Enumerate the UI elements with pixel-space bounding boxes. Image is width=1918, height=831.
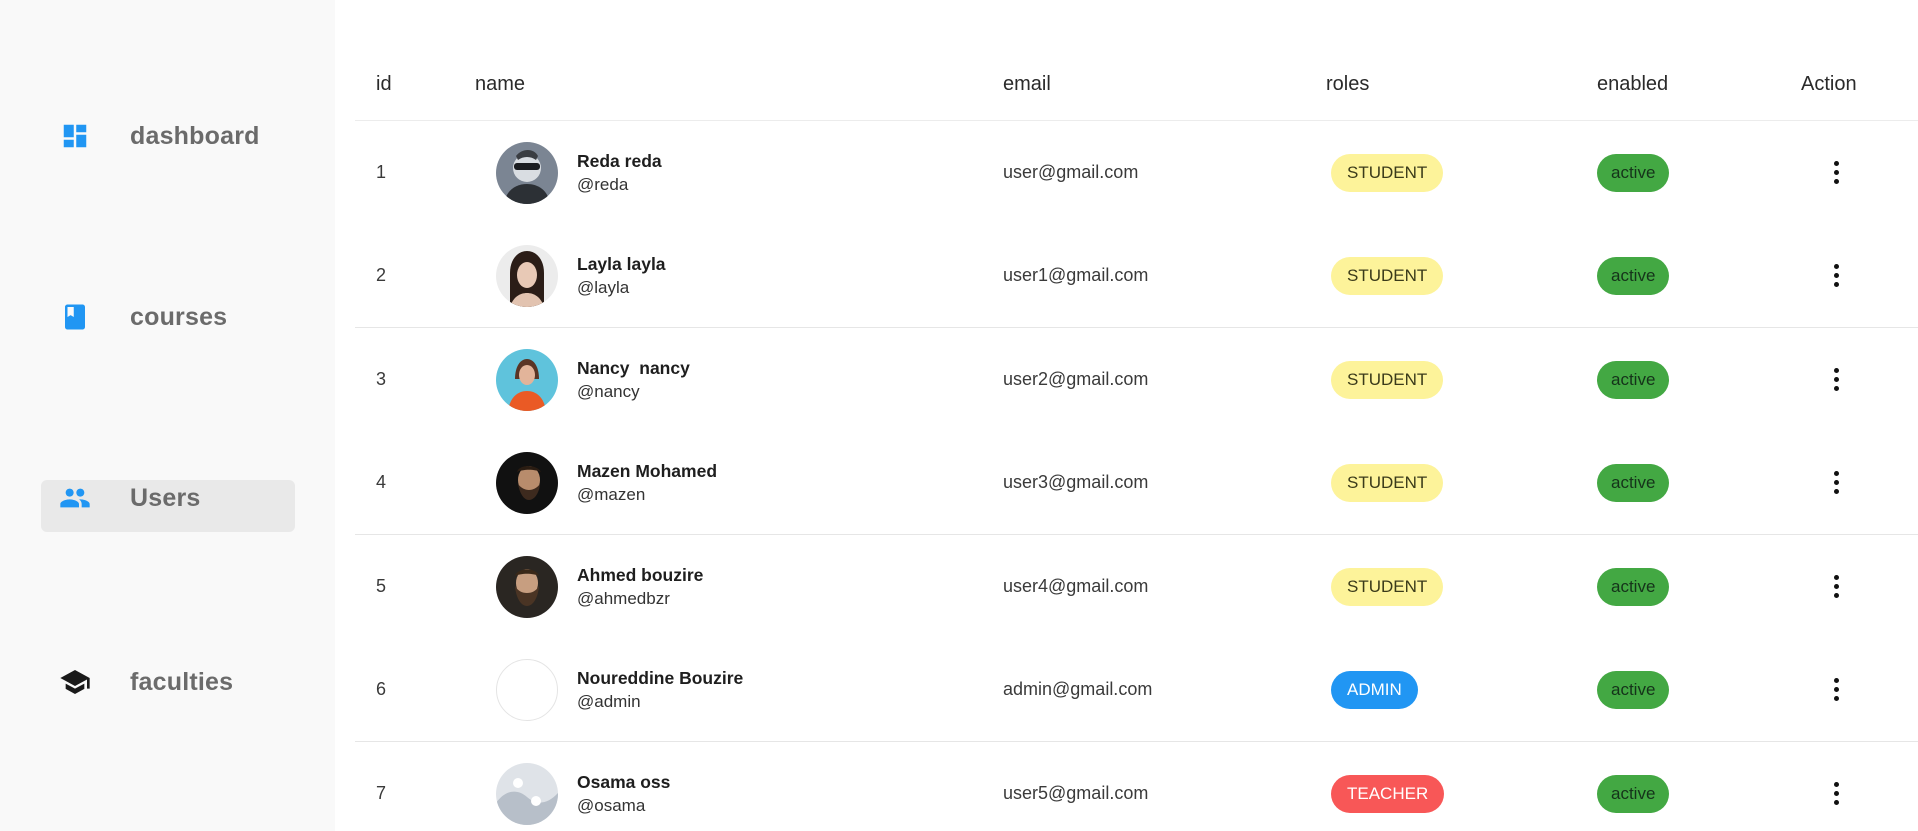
user-full-name: Noureddine Bouzire (577, 667, 744, 688)
cell-email: user2@gmail.com (1003, 369, 1149, 390)
more-actions-icon[interactable] (1822, 262, 1850, 290)
more-actions-icon[interactable] (1822, 469, 1850, 497)
cell-id: 1 (376, 162, 387, 183)
avatar (496, 244, 558, 307)
column-header-enabled[interactable]: enabled (1597, 48, 1668, 121)
role-badge: ADMIN (1331, 670, 1418, 709)
cell-email: user1@gmail.com (1003, 265, 1149, 286)
user-name-block: Reda reda @reda (577, 149, 662, 197)
user-name-block: Ahmed bouzire @ahmedbzr (577, 563, 703, 611)
sidebar-item-label: Users (130, 484, 201, 512)
user-name-block: Nancy nancy @nancy (577, 356, 690, 404)
graduation-cap-icon (59, 666, 91, 698)
status-badge: active (1597, 360, 1670, 399)
user-full-name: Layla layla (577, 253, 666, 274)
column-header-action: Action (1801, 73, 1857, 95)
column-header-email[interactable]: email (1003, 48, 1051, 121)
user-handle: @mazen (577, 484, 646, 504)
status-badge: active (1597, 463, 1670, 502)
table-row[interactable]: 2 Layla layla @layla user1@gmail.com STU… (355, 225, 1918, 328)
user-handle: @reda (577, 174, 629, 194)
cell-email: user@gmail.com (1003, 162, 1139, 183)
avatar (496, 762, 558, 825)
status-badge: active (1597, 153, 1670, 192)
sidebar-item-courses[interactable]: courses (41, 291, 295, 343)
cell-email: user5@gmail.com (1003, 783, 1149, 804)
table-row[interactable]: 6 Noureddine Bouzire @admin admin@gmail.… (355, 639, 1918, 742)
sidebar-item-label: courses (130, 302, 228, 331)
avatar (496, 658, 558, 721)
cell-email: user3@gmail.com (1003, 472, 1149, 493)
user-handle: @layla (577, 277, 630, 297)
user-handle: @admin (577, 691, 641, 711)
status-badge: active (1597, 774, 1670, 813)
user-full-name: Osama oss (577, 771, 671, 792)
user-name-block: Osama oss @osama (577, 770, 670, 818)
sidebar-item-users[interactable]: Users (41, 480, 295, 532)
user-full-name: Mazen Mohamed (577, 460, 718, 481)
sidebar: dashboard courses Users faculties (0, 0, 335, 831)
more-actions-icon[interactable] (1822, 159, 1850, 187)
table-header: id name email roles enabled Action (355, 48, 1918, 121)
role-badge: STUDENT (1331, 256, 1444, 295)
user-full-name: Ahmed bouzire (577, 564, 704, 585)
avatar (496, 451, 558, 514)
people-icon (59, 482, 91, 514)
table-row[interactable]: 3 Nancy nancy @nancy user2@gmail.com STU… (355, 328, 1918, 432)
dashboard-icon (59, 120, 91, 152)
more-actions-icon[interactable] (1822, 676, 1850, 704)
status-badge: active (1597, 567, 1670, 606)
role-badge: TEACHER (1331, 774, 1445, 813)
avatar (496, 555, 558, 618)
column-header-roles[interactable]: roles (1326, 48, 1369, 121)
table-row[interactable]: 5 Ahmed bouzire @ahmedbzr user4@gmail.co… (355, 535, 1918, 639)
avatar (496, 141, 558, 204)
user-name-block: Noureddine Bouzire @admin (577, 666, 743, 714)
sidebar-item-label: dashboard (130, 121, 260, 150)
sidebar-item-faculties[interactable]: faculties (41, 656, 295, 708)
cell-email: admin@gmail.com (1003, 679, 1153, 700)
user-handle: @ahmedbzr (577, 588, 670, 608)
table-row[interactable]: 7 Osama oss @osama user5@gmail.com TEACH… (355, 742, 1918, 831)
role-badge: STUDENT (1331, 153, 1444, 192)
sidebar-item-label: faculties (130, 667, 234, 696)
table-row[interactable]: 1 Reda reda @reda user@gmail.com STUDENT… (355, 121, 1918, 225)
role-badge: STUDENT (1331, 567, 1444, 606)
cell-email: user4@gmail.com (1003, 576, 1149, 597)
cell-id: 5 (376, 576, 387, 597)
cell-id: 7 (376, 783, 387, 804)
more-actions-icon[interactable] (1822, 780, 1850, 808)
role-badge: STUDENT (1331, 463, 1444, 502)
app-root: dashboard courses Users faculties id nam… (0, 0, 1918, 831)
user-full-name: Reda reda (577, 150, 662, 171)
column-header-name[interactable]: name (475, 48, 525, 121)
cell-id: 3 (376, 369, 387, 390)
role-badge: STUDENT (1331, 360, 1444, 399)
avatar (496, 348, 558, 411)
cell-id: 6 (376, 679, 387, 700)
table-row[interactable]: 4 Mazen Mohamed @mazen user3@gmail.com S… (355, 432, 1918, 535)
user-name-block: Mazen Mohamed @mazen (577, 459, 717, 507)
more-actions-icon[interactable] (1822, 366, 1850, 394)
more-actions-icon[interactable] (1822, 573, 1850, 601)
status-badge: active (1597, 670, 1670, 709)
cell-id: 2 (376, 265, 387, 286)
user-handle: @nancy (577, 381, 640, 401)
book-icon (59, 301, 91, 333)
column-header-id[interactable]: id (376, 48, 392, 121)
user-full-name: Nancy nancy (577, 357, 690, 378)
cell-id: 4 (376, 472, 387, 493)
user-name-block: Layla layla @layla (577, 252, 666, 300)
sidebar-item-dashboard[interactable]: dashboard (41, 110, 295, 162)
users-table: id name email roles enabled Action 1 Red… (355, 48, 1918, 831)
status-badge: active (1597, 256, 1670, 295)
user-handle: @osama (577, 795, 646, 815)
